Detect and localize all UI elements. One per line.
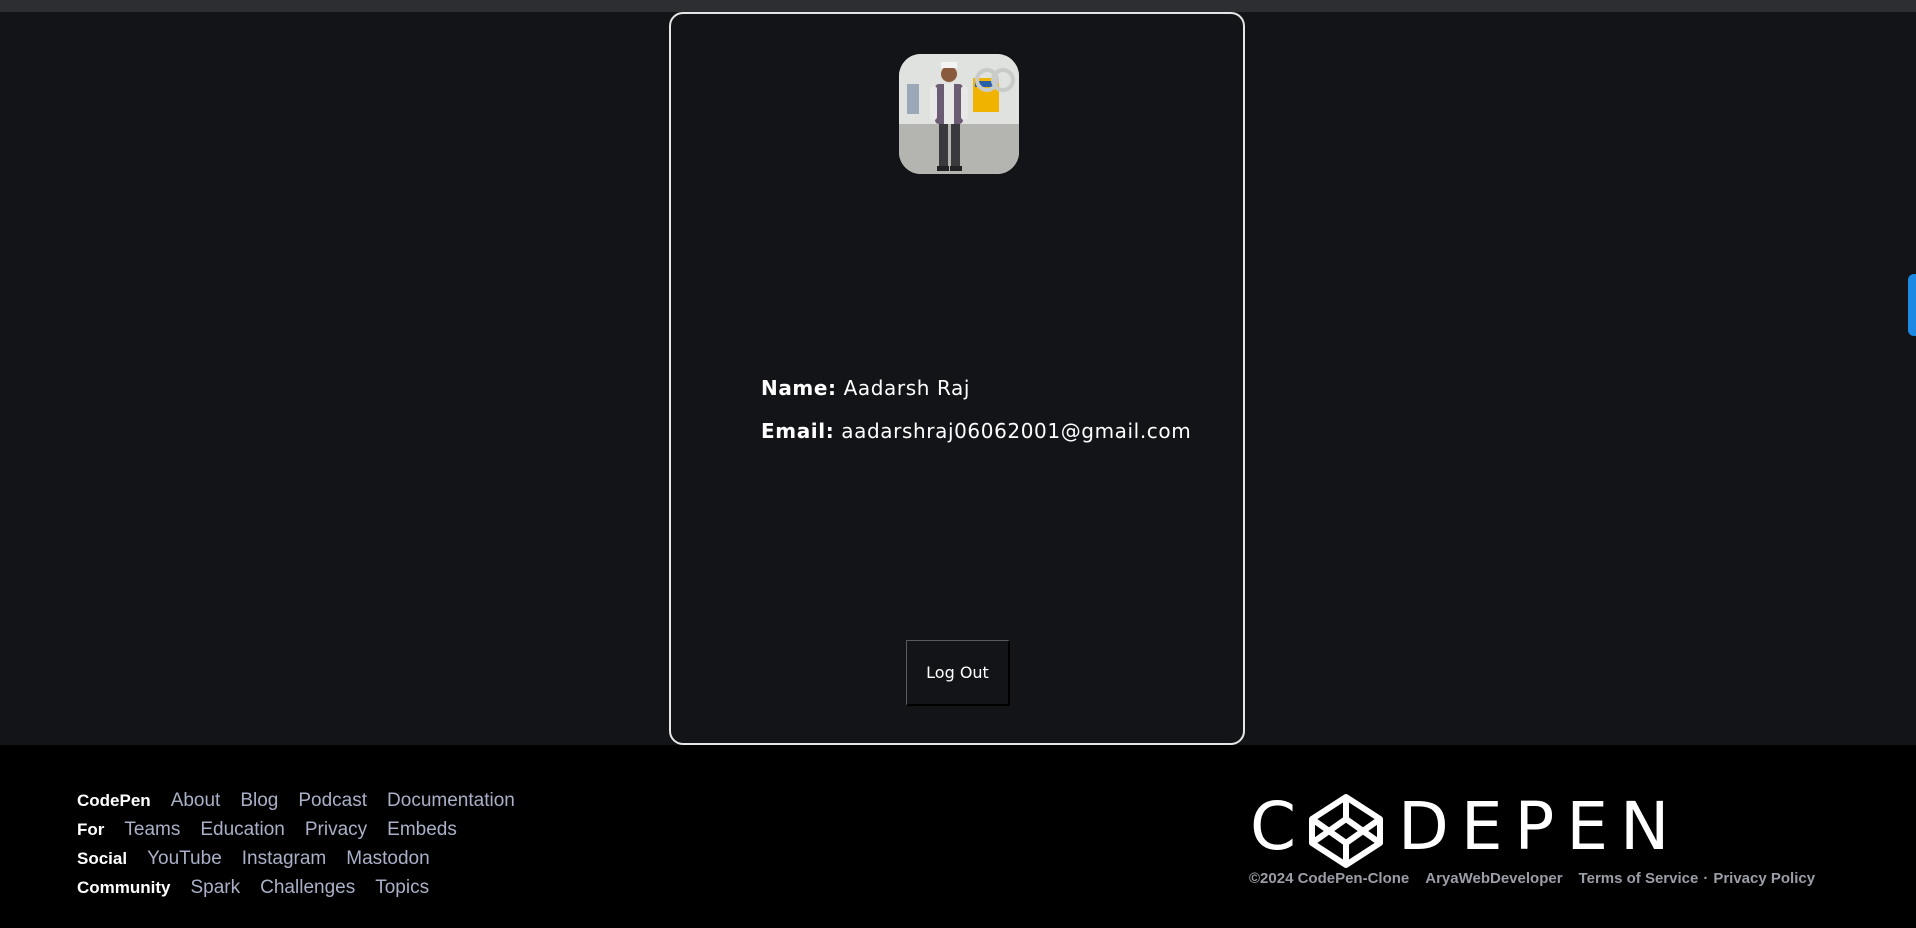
footer-links: CodePen About Blog Podcast Documentation… [77,790,535,906]
footer: CodePen About Blog Podcast Documentation… [0,745,1916,928]
wordmark-depen: DEPEN [1398,788,1682,865]
name-label: Name: [761,376,837,400]
footer-link-education[interactable]: Education [200,819,285,841]
footer-link-embeds[interactable]: Embeds [387,819,457,841]
codepen-cube-icon [1309,794,1383,868]
codepen-wordmark[interactable]: C DEPEN [1250,787,1669,868]
email-label: Email: [761,419,835,443]
footer-link-mastodon[interactable]: Mastodon [346,848,429,870]
profile-card: Name: Aadarsh Raj Email: aadarshraj06062… [669,12,1245,745]
footer-link-documentation[interactable]: Documentation [387,790,515,812]
footer-link-youtube[interactable]: YouTube [147,848,222,870]
footer-link-spark[interactable]: Spark [191,877,241,899]
name-value: Aadarsh Raj [843,376,971,400]
copyright-line: ©2024 CodePen-Clone AryaWebDeveloper Ter… [1249,870,1815,887]
footer-link-blog[interactable]: Blog [240,790,278,812]
copyright-text: ©2024 CodePen-Clone [1249,870,1410,887]
footer-link-teams[interactable]: Teams [124,819,180,841]
footer-heading: Community [77,878,171,897]
footer-link-challenges[interactable]: Challenges [260,877,355,899]
footer-row-social: Social YouTube Instagram Mastodon [77,848,535,877]
top-bar [0,0,1916,12]
footer-link-about[interactable]: About [171,790,221,812]
footer-link-podcast[interactable]: Podcast [298,790,367,812]
footer-link-instagram[interactable]: Instagram [242,848,326,870]
footer-heading: CodePen [77,791,151,810]
footer-heading: Social [77,849,128,868]
side-feedback-tab[interactable] [1908,274,1916,336]
footer-row-for: For Teams Education Privacy Embeds [77,819,535,848]
footer-link-privacy[interactable]: Privacy [305,819,367,841]
main-content: Name: Aadarsh Raj Email: aadarshraj06062… [0,12,1916,745]
email-row: Email: aadarshraj06062001@gmail.com [761,419,1191,443]
user-info: Name: Aadarsh Raj Email: aadarshraj06062… [761,376,1191,462]
footer-link-topics[interactable]: Topics [375,877,429,899]
avatar-photo [899,54,1019,174]
author-link[interactable]: AryaWebDeveloper [1425,870,1562,887]
legal-links: Terms of Service · Privacy Policy [1579,870,1816,887]
email-value: aadarshraj06062001@gmail.com [841,419,1192,443]
name-row: Name: Aadarsh Raj [761,376,1191,400]
footer-row-codepen: CodePen About Blog Podcast Documentation [77,790,535,819]
legal-separator: · [1703,870,1709,887]
wordmark-c: C [1250,788,1309,865]
privacy-policy-link[interactable]: Privacy Policy [1713,870,1815,887]
avatar [899,54,1019,174]
logout-button[interactable]: Log Out [906,640,1010,706]
footer-row-community: Community Spark Challenges Topics [77,877,535,906]
footer-heading: For [77,820,105,839]
terms-link[interactable]: Terms of Service [1579,870,1699,887]
